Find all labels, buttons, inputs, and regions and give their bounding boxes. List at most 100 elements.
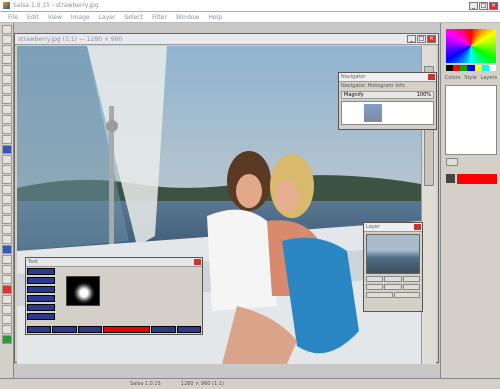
text-panel-close-icon[interactable] bbox=[194, 259, 201, 265]
layer-button-6[interactable] bbox=[402, 284, 420, 290]
right-side-panel: Colors Style Layers bbox=[440, 23, 500, 378]
document-maximize-button[interactable]: □ bbox=[417, 35, 426, 43]
navigator-close-icon[interactable] bbox=[428, 74, 435, 80]
side-button-2[interactable] bbox=[27, 277, 55, 284]
layer-button-7[interactable] bbox=[366, 292, 393, 298]
quickmask-icon[interactable] bbox=[1, 265, 12, 274]
side-button-3[interactable] bbox=[27, 286, 55, 293]
navigator-preview[interactable] bbox=[341, 101, 434, 125]
layers-option-button[interactable] bbox=[446, 158, 458, 166]
bottom-red-swatch[interactable] bbox=[103, 326, 151, 333]
side-button-1[interactable] bbox=[27, 268, 55, 275]
type-tool-icon[interactable] bbox=[1, 175, 12, 184]
slice-tool-icon[interactable] bbox=[1, 75, 12, 84]
status-mid: 1280 × 960 (1:1) bbox=[180, 381, 224, 387]
menu-layer[interactable]: Layer bbox=[99, 14, 116, 21]
tool-extra-3-icon[interactable] bbox=[1, 315, 12, 324]
app-titlebar: Salsa 1.0.15 - strawberry.jpg _ □ × bbox=[0, 0, 500, 12]
foreground-color-icon[interactable] bbox=[1, 245, 12, 254]
layer-button-5[interactable] bbox=[384, 284, 402, 290]
minimize-button[interactable]: _ bbox=[469, 2, 478, 10]
text-panel-bottom-bar bbox=[27, 326, 201, 333]
side-button-6[interactable] bbox=[27, 313, 55, 320]
layer-panel-title[interactable]: Layer bbox=[364, 223, 422, 232]
swatch-strip[interactable] bbox=[446, 65, 496, 71]
menu-filter[interactable]: Filter bbox=[152, 14, 167, 21]
layer-button-3[interactable] bbox=[402, 276, 420, 282]
menu-window[interactable]: Window bbox=[176, 14, 200, 21]
tab-colors[interactable]: Colors bbox=[445, 75, 461, 81]
side-button-5[interactable] bbox=[27, 304, 55, 311]
maximize-button[interactable]: □ bbox=[479, 2, 488, 10]
menu-file[interactable]: File bbox=[8, 14, 18, 21]
color-picker[interactable] bbox=[446, 29, 496, 63]
layer-thumbnail[interactable] bbox=[366, 234, 420, 274]
menu-view[interactable]: View bbox=[48, 14, 62, 21]
layer-button-1[interactable] bbox=[366, 276, 384, 282]
heal-tool-icon[interactable] bbox=[1, 85, 12, 94]
layers-list[interactable] bbox=[445, 85, 497, 155]
wand-tool-icon[interactable] bbox=[1, 55, 12, 64]
gradient-tool-icon[interactable] bbox=[1, 135, 12, 144]
layer-button-2[interactable] bbox=[384, 276, 402, 282]
toolbox bbox=[0, 23, 14, 378]
menu-select[interactable]: Select bbox=[124, 14, 143, 21]
close-button[interactable]: × bbox=[489, 2, 498, 10]
blur-tool-icon[interactable] bbox=[1, 145, 12, 154]
tool-extra-4-icon[interactable] bbox=[1, 325, 12, 334]
pen-tool-icon[interactable] bbox=[1, 185, 12, 194]
jump-to-icon[interactable] bbox=[1, 335, 12, 344]
marquee-tool-icon[interactable] bbox=[1, 35, 12, 44]
brush-tool-icon[interactable] bbox=[1, 95, 12, 104]
tab-style[interactable]: Style bbox=[464, 75, 477, 81]
menu-image[interactable]: Image bbox=[71, 14, 90, 21]
zoom-label: Magnify bbox=[344, 92, 364, 98]
bottom-fill-button[interactable] bbox=[77, 326, 103, 333]
history-tool-icon[interactable] bbox=[1, 115, 12, 124]
zoom-tool-icon[interactable] bbox=[1, 235, 12, 244]
eraser-tool-icon[interactable] bbox=[1, 125, 12, 134]
layer-panel-close-icon[interactable] bbox=[414, 224, 421, 230]
crop-tool-icon[interactable] bbox=[1, 65, 12, 74]
tab-layers[interactable]: Layers bbox=[481, 75, 498, 81]
app-title: Salsa 1.0.15 - strawberry.jpg bbox=[13, 2, 99, 9]
menu-edit[interactable]: Edit bbox=[27, 14, 39, 21]
hand-tool-icon[interactable] bbox=[1, 225, 12, 234]
layer-button-row-3 bbox=[366, 292, 420, 298]
tool-extra-1-icon[interactable] bbox=[1, 295, 12, 304]
menu-help[interactable]: Help bbox=[209, 14, 223, 21]
side-button-4[interactable] bbox=[27, 295, 55, 302]
document-minimize-button[interactable]: _ bbox=[407, 35, 416, 43]
bottom-blend-button[interactable] bbox=[52, 326, 77, 333]
lasso-tool-icon[interactable] bbox=[1, 45, 12, 54]
document-titlebar: strawberry.jpg (1:1) — 1280 × 960 _ □ × bbox=[15, 34, 438, 45]
tab-info[interactable]: Info bbox=[395, 83, 404, 89]
move-tool-icon[interactable] bbox=[1, 25, 12, 34]
text-panel-title[interactable]: Text bbox=[26, 258, 202, 267]
text-panel-side-buttons bbox=[27, 268, 55, 322]
background-color-icon[interactable] bbox=[1, 255, 12, 264]
path-tool-icon[interactable] bbox=[1, 165, 12, 174]
navigator-title[interactable]: Navigator bbox=[339, 73, 436, 82]
bottom-color-button[interactable] bbox=[27, 326, 52, 333]
eyedropper-tool-icon[interactable] bbox=[1, 215, 12, 224]
red-tool-icon[interactable] bbox=[1, 285, 12, 294]
screen-mode-icon[interactable] bbox=[1, 275, 12, 284]
bottom-layers-button[interactable] bbox=[176, 326, 201, 333]
shape-tool-icon[interactable] bbox=[1, 195, 12, 204]
document-close-button[interactable]: × bbox=[427, 35, 436, 43]
layer-button-8[interactable] bbox=[393, 292, 420, 298]
layer-button-4[interactable] bbox=[366, 284, 384, 290]
tab-navigator[interactable]: Navigator bbox=[341, 83, 365, 89]
navigator-zoom-field[interactable]: Magnify 100% bbox=[341, 91, 434, 99]
notes-tool-icon[interactable] bbox=[1, 205, 12, 214]
bottom-apply-button[interactable] bbox=[151, 326, 176, 333]
stamp-tool-icon[interactable] bbox=[1, 105, 12, 114]
tab-histogram[interactable]: Histogram bbox=[367, 83, 393, 89]
dodge-tool-icon[interactable] bbox=[1, 155, 12, 164]
document-window-controls: _ □ × bbox=[407, 35, 436, 43]
navigator-title-text: Navigator bbox=[341, 74, 366, 80]
layer-button-row-1 bbox=[366, 276, 420, 282]
tool-extra-2-icon[interactable] bbox=[1, 305, 12, 314]
foreground-color-swatch[interactable] bbox=[457, 174, 497, 184]
